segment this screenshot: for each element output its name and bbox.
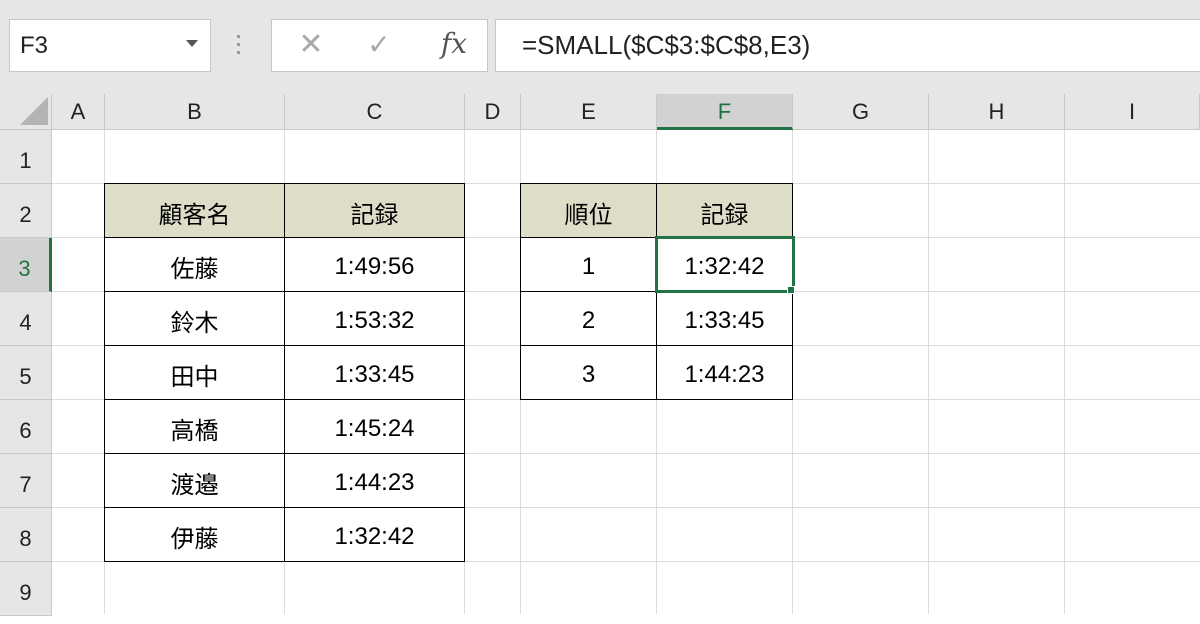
table1-cell-record[interactable]: 1:32:42	[284, 507, 465, 562]
row-header-4[interactable]: 4	[0, 292, 52, 346]
table1-cell-record[interactable]: 1:49:56	[284, 237, 465, 292]
enter-icon[interactable]: ✓	[364, 29, 394, 61]
column-header-b[interactable]: B	[105, 94, 285, 130]
table2-cell-rank[interactable]: 3	[520, 345, 657, 400]
row-header-9[interactable]: 9	[0, 562, 52, 616]
column-header-f[interactable]: F	[657, 94, 793, 130]
column-header-d[interactable]: D	[465, 94, 521, 130]
table2-cell-record[interactable]: 1:32:42	[656, 237, 793, 292]
column-header-c[interactable]: C	[285, 94, 465, 130]
table1-cell-name[interactable]: 高橋	[104, 399, 285, 454]
table1-cell-record[interactable]: 1:33:45	[284, 345, 465, 400]
table1-cell-name[interactable]: 伊藤	[104, 507, 285, 562]
gridline	[928, 130, 929, 614]
column-header-i[interactable]: I	[1065, 94, 1200, 130]
table2-header-record[interactable]: 記録	[656, 183, 793, 238]
row-header-7[interactable]: 7	[0, 454, 52, 508]
row-header-5[interactable]: 5	[0, 346, 52, 400]
drag-handle-icon[interactable]	[236, 35, 242, 57]
row-header-3[interactable]: 3	[0, 238, 52, 292]
column-header-a[interactable]: A	[52, 94, 105, 130]
table1-cell-name[interactable]: 田中	[104, 345, 285, 400]
row-header-1[interactable]: 1	[0, 130, 52, 184]
table2-cell-record[interactable]: 1:44:23	[656, 345, 793, 400]
table2-cell-record[interactable]: 1:33:45	[656, 291, 793, 346]
table1-cell-record[interactable]: 1:45:24	[284, 399, 465, 454]
column-header-e[interactable]: E	[521, 94, 657, 130]
table1-cell-record[interactable]: 1:53:32	[284, 291, 465, 346]
cancel-icon[interactable]: ✕	[296, 29, 326, 61]
table1-cell-record[interactable]: 1:44:23	[284, 453, 465, 508]
select-all-icon	[20, 97, 48, 125]
fill-handle[interactable]	[787, 286, 795, 294]
table1-cell-name[interactable]: 佐藤	[104, 237, 285, 292]
row-header-8[interactable]: 8	[0, 508, 52, 562]
table2-cell-rank[interactable]: 1	[520, 237, 657, 292]
gridline	[1064, 130, 1065, 614]
column-header-g[interactable]: G	[793, 94, 929, 130]
column-header-h[interactable]: H	[929, 94, 1065, 130]
insert-function-icon[interactable]: fx	[436, 26, 472, 62]
name-box[interactable]: F3	[9, 19, 211, 72]
table1-header-name[interactable]: 顧客名	[104, 183, 285, 238]
table2-header-rank[interactable]: 順位	[520, 183, 657, 238]
formula-input[interactable]: =SMALL($C$3:$C$8,E3)	[495, 19, 1200, 72]
row-header-6[interactable]: 6	[0, 400, 52, 454]
table1-cell-name[interactable]: 渡邉	[104, 453, 285, 508]
name-box-dropdown-icon[interactable]	[186, 40, 198, 47]
table2-cell-rank[interactable]: 2	[520, 291, 657, 346]
row-header-2[interactable]: 2	[0, 184, 52, 238]
table1-cell-name[interactable]: 鈴木	[104, 291, 285, 346]
table1-header-record[interactable]: 記録	[284, 183, 465, 238]
